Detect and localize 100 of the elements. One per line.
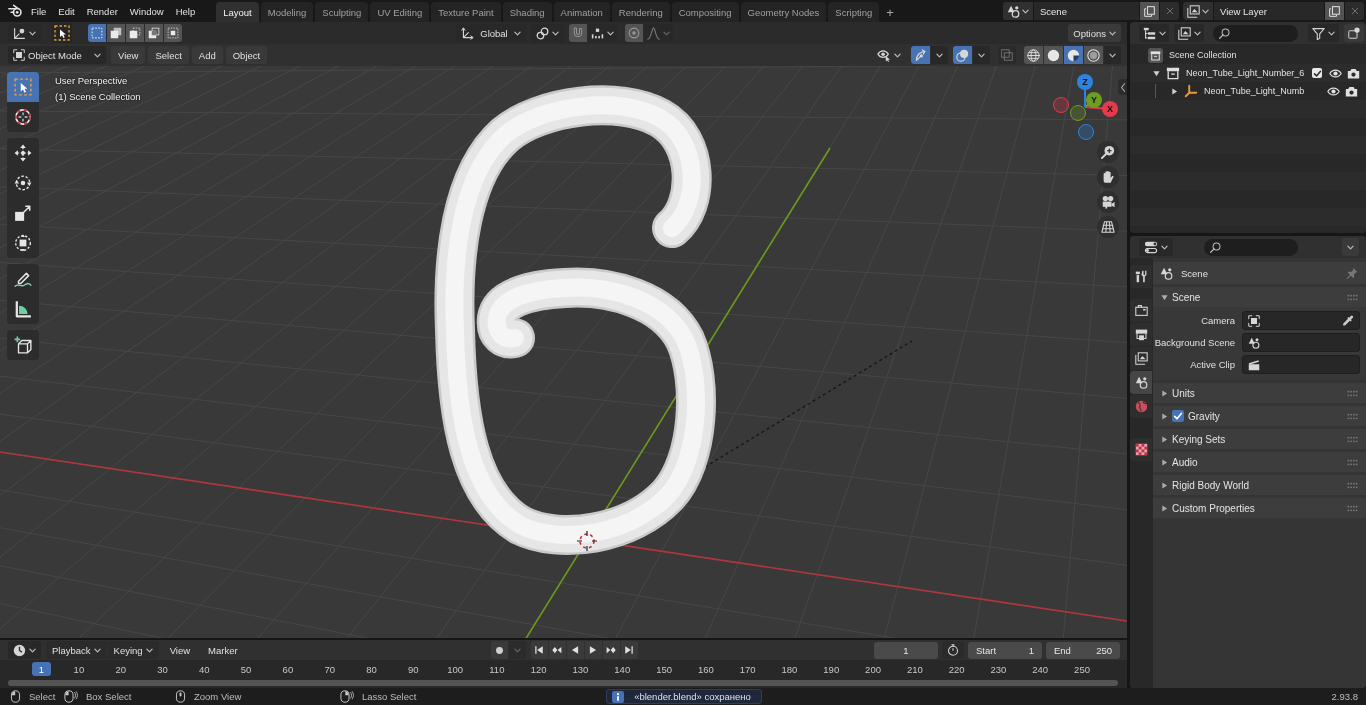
active-tool-button[interactable]: [52, 23, 72, 43]
snap-toggle[interactable]: [569, 24, 587, 42]
axis-handle[interactable]: [1070, 105, 1086, 121]
menu-item[interactable]: Select: [148, 46, 189, 64]
camera-view-button[interactable]: [1097, 191, 1119, 213]
snap-target-dropdown[interactable]: [588, 24, 617, 42]
playhead[interactable]: 1: [32, 662, 51, 676]
playback-button[interactable]: [584, 641, 602, 659]
menu-item[interactable]: Window: [123, 1, 170, 21]
menu-item[interactable]: Object: [225, 46, 268, 64]
gizmo-toggle[interactable]: [911, 46, 930, 64]
properties-tab[interactable]: [1130, 438, 1152, 461]
filter-dropdown[interactable]: [1308, 24, 1339, 42]
playback-button[interactable]: [530, 641, 548, 659]
shading-dropdown[interactable]: [1104, 46, 1121, 64]
mode-dropdown[interactable]: Object Mode: [8, 46, 106, 64]
panel-header[interactable]: Keying Sets: [1153, 429, 1366, 449]
select-mode-button[interactable]: [126, 24, 144, 42]
properties-tab[interactable]: [1130, 347, 1152, 370]
properties-tab[interactable]: [1130, 323, 1152, 346]
falloff-dropdown[interactable]: [644, 24, 673, 42]
search-field[interactable]: [1204, 238, 1298, 256]
tool-button[interactable]: [7, 330, 39, 360]
menu-dropdown[interactable]: Playback: [46, 641, 107, 659]
menu-item[interactable]: Render: [80, 1, 124, 21]
workspace-tab[interactable]: Sculpting: [315, 2, 369, 22]
stopwatch-button[interactable]: [942, 641, 964, 659]
menu-item[interactable]: Help: [169, 1, 202, 21]
panel-header[interactable]: Gravity: [1153, 406, 1366, 426]
tool-button[interactable]: [7, 228, 39, 258]
view-filter-dropdown[interactable]: [1174, 24, 1205, 42]
workspace-tab[interactable]: UV Editing: [370, 2, 430, 22]
playback-button[interactable]: [548, 641, 566, 659]
horizontal-scrollbar[interactable]: [8, 680, 1118, 686]
workspace-tab[interactable]: Rendering: [611, 2, 670, 22]
editor-type-dropdown[interactable]: [1139, 238, 1173, 256]
options-dropdown[interactable]: Options: [1068, 24, 1121, 42]
menu-item[interactable]: View: [111, 46, 146, 64]
orientation-dropdown[interactable]: Global: [456, 24, 526, 42]
tool-button[interactable]: [7, 102, 39, 132]
menu-dropdown[interactable]: Keying: [107, 641, 159, 659]
perspective-toggle[interactable]: [1097, 216, 1119, 238]
axis-handle[interactable]: Y: [1086, 92, 1102, 108]
menu-item[interactable]: Edit: [52, 1, 81, 21]
type-dropdown[interactable]: [1183, 2, 1213, 20]
workspace-tab[interactable]: Scripting: [828, 2, 880, 22]
overlays-toggle[interactable]: [953, 46, 972, 64]
workspace-tab[interactable]: Texture Paint: [431, 2, 501, 22]
select-mode-button[interactable]: [145, 24, 163, 42]
menu-item[interactable]: Add: [191, 46, 223, 64]
workspace-tab[interactable]: Shading: [502, 2, 552, 22]
checkbox[interactable]: [1172, 410, 1184, 422]
pan-button[interactable]: [1097, 166, 1119, 188]
tool-button[interactable]: [7, 294, 39, 324]
menu-item[interactable]: Marker: [202, 641, 244, 659]
search-field[interactable]: [1213, 24, 1299, 42]
panel-header[interactable]: Scene: [1153, 287, 1366, 307]
editor-type-dropdown[interactable]: [8, 641, 41, 659]
shading-mode-button[interactable]: [1084, 46, 1103, 64]
type-dropdown[interactable]: [1003, 2, 1033, 20]
outliner-item[interactable]: Neon_Tube_Light_Number_6: [1186, 68, 1305, 78]
playback-button[interactable]: [602, 641, 620, 659]
panel-header[interactable]: Audio: [1153, 452, 1366, 472]
properties-tab[interactable]: [1130, 265, 1152, 288]
axis-handle[interactable]: Z: [1077, 74, 1093, 90]
duplicate-button[interactable]: [1140, 2, 1159, 20]
properties-tab[interactable]: [1130, 299, 1152, 322]
panel-header[interactable]: Rigid Body World: [1153, 475, 1366, 495]
playback-button[interactable]: [566, 641, 584, 659]
select-mode-button[interactable]: [164, 24, 182, 42]
id-field[interactable]: [1242, 355, 1360, 374]
properties-tab[interactable]: [1130, 371, 1152, 394]
tool-button[interactable]: [7, 138, 39, 168]
proportional-toggle[interactable]: [625, 24, 643, 42]
scene-name-field[interactable]: Scene: [1034, 2, 1139, 20]
select-mode-button[interactable]: [107, 24, 125, 42]
start-frame-field[interactable]: Start 1: [968, 641, 1042, 659]
checkbox[interactable]: [1312, 68, 1323, 78]
options-dropdown[interactable]: [1342, 238, 1359, 256]
new-collection-button[interactable]: [1343, 24, 1364, 42]
workspace-tab[interactable]: Layout: [216, 2, 259, 22]
auto-keying-toggle[interactable]: [490, 641, 508, 659]
workspace-tab[interactable]: Modeling: [260, 2, 314, 22]
overlays-dropdown[interactable]: [973, 46, 990, 64]
add-workspace-button[interactable]: +: [881, 2, 899, 22]
tool-button[interactable]: [7, 264, 39, 294]
gizmo-dropdown[interactable]: [931, 46, 948, 64]
workspace-tab[interactable]: Compositing: [671, 2, 739, 22]
shading-mode-button[interactable]: [1044, 46, 1063, 64]
sidebar-toggle[interactable]: [1118, 79, 1127, 95]
current-frame-field[interactable]: 1: [874, 641, 938, 659]
id-field[interactable]: [1242, 311, 1360, 330]
shading-mode-button[interactable]: [1024, 46, 1043, 64]
workspace-tab[interactable]: Animation: [553, 2, 610, 22]
end-frame-field[interactable]: End 250: [1046, 641, 1120, 659]
outliner-item[interactable]: Neon_Tube_Light_Numb: [1204, 86, 1305, 96]
playback-button[interactable]: [620, 641, 638, 659]
outliner-item[interactable]: Scene Collection: [1169, 50, 1237, 60]
workspace-tab[interactable]: Geometry Nodes: [740, 2, 827, 22]
axis-handle[interactable]: [1078, 124, 1094, 140]
